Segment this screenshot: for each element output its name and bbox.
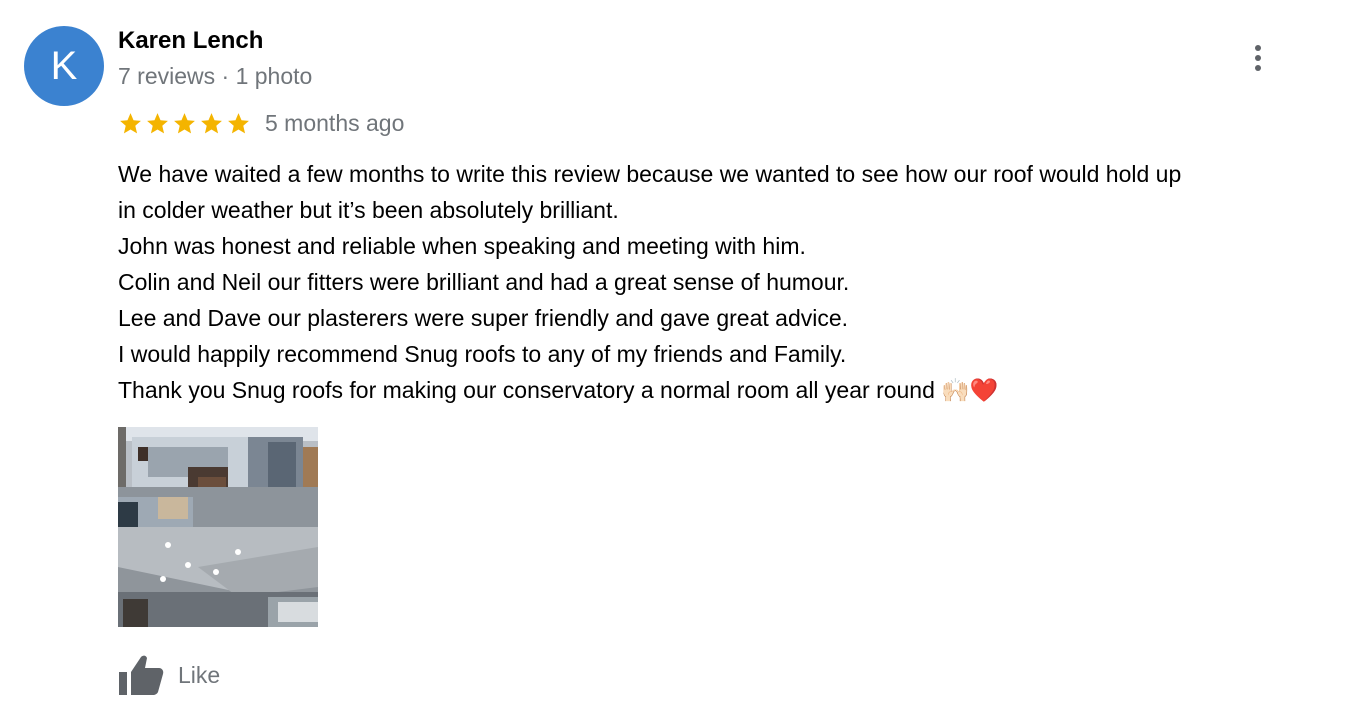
star-icon — [120, 112, 141, 133]
star-icon — [228, 112, 249, 133]
rating-row: 5 months ago — [118, 108, 404, 138]
review-text: We have waited a few months to write thi… — [118, 156, 1338, 408]
reviewer-name[interactable]: Karen Lench — [118, 27, 263, 55]
review-line: We have waited a few months to write thi… — [118, 161, 1182, 187]
review-photo[interactable] — [118, 427, 318, 627]
avatar-initial: K — [50, 43, 78, 88]
star-icon — [147, 112, 168, 133]
star-icon — [201, 112, 222, 133]
review-line: Lee and Dave our plasterers were super f… — [118, 305, 849, 331]
review-line: I would happily recommend Snug roofs to … — [118, 341, 847, 367]
like-label: Like — [178, 661, 221, 688]
review-time: 5 months ago — [265, 110, 405, 136]
more-options-button[interactable] — [1244, 40, 1272, 76]
star-icon — [174, 112, 195, 133]
thumbs-up-icon — [119, 655, 164, 695]
avatar[interactable]: K — [24, 26, 104, 106]
review-line: in colder weather but it’s been absolute… — [118, 197, 619, 223]
conservatory-photo — [118, 427, 318, 627]
reviewer-meta: 7 reviews · 1 photo — [118, 63, 313, 89]
star-rating — [118, 111, 251, 136]
review-line: Colin and Neil our fitters were brillian… — [118, 269, 850, 295]
like-button[interactable]: Like — [118, 654, 220, 696]
review-line: Thank you Snug roofs for making our cons… — [118, 377, 999, 403]
review-line: John was honest and reliable when speaki… — [118, 233, 806, 259]
more-vert-icon — [1255, 45, 1261, 71]
